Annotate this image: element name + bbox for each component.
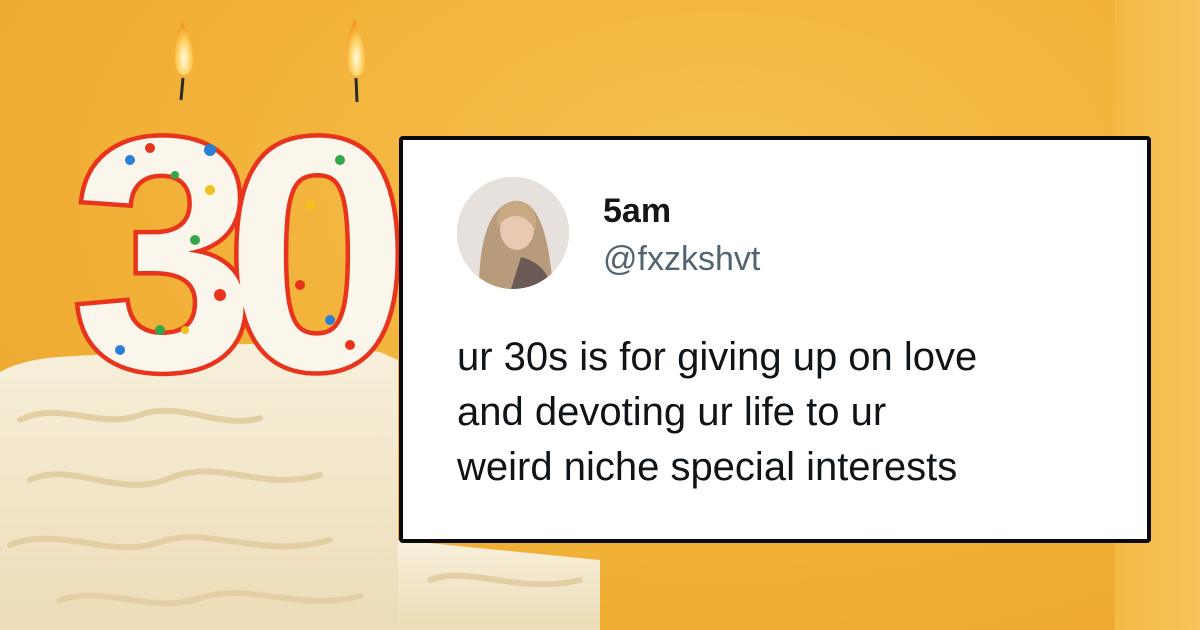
candle-number-30: 30 <box>68 65 431 443</box>
tweet-text-line: ur 30s is for giving up on love <box>457 335 978 379</box>
tweet-text-line: weird niche special interests <box>457 445 958 489</box>
tweet-card[interactable]: 5am @fxzkshvt ur 30s is for giving up on… <box>399 136 1151 543</box>
avatar-photo-icon <box>457 177 569 289</box>
avatar[interactable] <box>457 177 569 289</box>
display-name[interactable]: 5am <box>603 192 671 231</box>
tweet-text: ur 30s is for giving up on love and devo… <box>457 330 1107 495</box>
user-handle[interactable]: @fxzkshvt <box>603 240 760 279</box>
svg-text:30: 30 <box>72 69 396 438</box>
tweet-text-line: and devoting ur life to ur <box>457 390 887 434</box>
